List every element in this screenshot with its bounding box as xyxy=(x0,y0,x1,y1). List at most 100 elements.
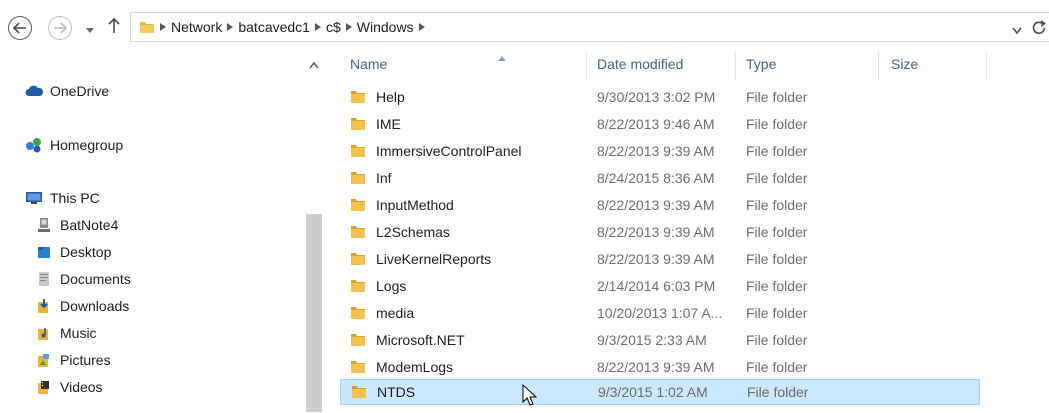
breadcrumb-separator-icon[interactable] xyxy=(310,23,326,31)
nav-item-pictures[interactable]: Pictures xyxy=(34,349,111,371)
folder-icon xyxy=(350,306,366,323)
up-button[interactable] xyxy=(108,17,120,39)
breadcrumb-separator-icon[interactable] xyxy=(414,23,430,31)
file-type: File folder xyxy=(746,89,808,105)
nav-item-label: BatNote4 xyxy=(60,217,119,233)
nav-item-label: Desktop xyxy=(60,244,112,260)
column-divider[interactable] xyxy=(986,50,987,80)
nav-item-desktop[interactable]: Desktop xyxy=(34,241,111,263)
table-row[interactable]: Logs 2/14/2014 6:03 PM File folder xyxy=(340,274,980,300)
breadcrumb-separator-icon[interactable] xyxy=(222,23,238,31)
nav-item-onedrive[interactable]: OneDrive xyxy=(24,80,109,102)
scrollbar-thumb[interactable] xyxy=(306,214,322,412)
desktop-folder-icon xyxy=(34,245,54,259)
column-header-label: Type xyxy=(746,56,777,72)
table-row[interactable]: IME 8/22/2013 9:46 AM File folder xyxy=(340,112,980,138)
file-date-modified: 2/14/2014 6:03 PM xyxy=(597,278,716,294)
column-divider[interactable] xyxy=(878,50,879,80)
table-row[interactable]: LiveKernelReports 8/22/2013 9:39 AM File… xyxy=(340,247,980,273)
folder-icon xyxy=(139,19,155,40)
table-row[interactable]: ModemLogs 8/22/2013 9:39 AM File folder xyxy=(340,355,980,381)
arrow-right-icon xyxy=(54,22,67,34)
column-divider[interactable] xyxy=(735,50,736,80)
folder-icon xyxy=(350,144,366,161)
breadcrumb-server[interactable]: batcavedc1 xyxy=(238,19,310,35)
address-bar[interactable]: Network batcavedc1 c$ Windows xyxy=(130,12,1049,42)
file-date-modified: 9/30/2013 3:02 PM xyxy=(597,89,716,105)
nav-item-label: Videos xyxy=(60,379,103,395)
file-name: Inf xyxy=(376,170,392,186)
column-header-type[interactable]: Type xyxy=(746,44,876,84)
file-date-modified: 8/22/2013 9:39 AM xyxy=(597,359,715,375)
nav-item-label: Music xyxy=(60,325,97,341)
breadcrumb-windows[interactable]: Windows xyxy=(357,19,414,35)
column-header-name[interactable]: Name xyxy=(350,44,590,84)
breadcrumb-separator-icon[interactable] xyxy=(155,23,171,31)
folder-icon xyxy=(350,117,366,134)
nav-item-videos[interactable]: Videos xyxy=(34,376,103,398)
column-header-date-modified[interactable]: Date modified xyxy=(597,44,737,84)
file-type: File folder xyxy=(746,143,808,159)
scrollbar-track[interactable] xyxy=(306,78,322,212)
file-date-modified: 10/20/2013 1:07 A... xyxy=(597,305,723,321)
folder-icon xyxy=(350,198,366,215)
file-name: L2Schemas xyxy=(376,224,450,240)
file-type: File folder xyxy=(746,170,808,186)
scroll-up-icon[interactable] xyxy=(309,56,319,74)
breadcrumb-network[interactable]: Network xyxy=(171,19,222,35)
table-row[interactable]: Inf 8/24/2015 8:36 AM File folder xyxy=(340,166,980,192)
breadcrumb-separator-icon[interactable] xyxy=(341,23,357,31)
forward-button[interactable] xyxy=(48,16,72,40)
navigation-pane-scrollbar[interactable] xyxy=(305,56,323,412)
music-folder-icon xyxy=(34,325,54,341)
nav-item-this-pc[interactable]: This PC xyxy=(24,187,100,209)
table-row[interactable]: Microsoft.NET 9/3/2015 2:33 AM File fold… xyxy=(340,328,980,354)
table-row[interactable]: media 10/20/2013 1:07 A... File folder xyxy=(340,301,980,327)
folder-icon xyxy=(351,385,367,402)
nav-item-label: This PC xyxy=(50,190,100,206)
chevron-down-icon xyxy=(86,28,94,33)
address-history-dropdown[interactable] xyxy=(1012,22,1022,40)
pictures-folder-icon xyxy=(34,352,54,368)
column-divider[interactable] xyxy=(586,50,587,80)
back-button[interactable] xyxy=(8,16,32,40)
nav-item-music[interactable]: Music xyxy=(34,322,97,344)
table-row[interactable]: ImmersiveControlPanel 8/22/2013 9:39 AM … xyxy=(340,139,980,165)
nav-item-label: OneDrive xyxy=(50,83,110,99)
file-type: File folder xyxy=(746,116,808,132)
sort-ascending-icon xyxy=(498,48,506,66)
nav-item-label: Pictures xyxy=(60,352,111,368)
file-name: NTDS xyxy=(377,384,416,400)
file-name: InputMethod xyxy=(376,197,454,213)
recent-locations-button[interactable] xyxy=(86,21,94,39)
table-row[interactable]: Help 9/30/2013 3:02 PM File folder xyxy=(340,85,980,111)
table-row-selected[interactable]: NTDS 9/3/2015 1:02 AM File folder xyxy=(340,379,980,405)
file-type: File folder xyxy=(746,305,808,321)
nav-item-label: Homegroup xyxy=(50,137,124,153)
arrow-up-icon xyxy=(108,17,120,33)
file-name: media xyxy=(376,305,415,321)
file-type: File folder xyxy=(747,384,809,400)
file-name: ImmersiveControlPanel xyxy=(376,143,522,159)
navigation-pane: OneDrive Homegroup This PC BatNote4 Desk… xyxy=(0,56,305,412)
file-name: Microsoft.NET xyxy=(376,332,465,348)
file-list: Name Date modified Type Size Help 9/30/2… xyxy=(330,44,1049,412)
column-header-size[interactable]: Size xyxy=(891,44,981,84)
folder-icon xyxy=(350,171,366,188)
folder-icon xyxy=(350,360,366,377)
file-name: LiveKernelReports xyxy=(376,251,492,267)
file-date-modified: 8/22/2013 9:39 AM xyxy=(597,224,715,240)
breadcrumb-share[interactable]: c$ xyxy=(326,19,341,35)
file-date-modified: 8/22/2013 9:39 AM xyxy=(597,197,715,213)
file-name: Logs xyxy=(376,278,407,294)
nav-item-homegroup[interactable]: Homegroup xyxy=(24,134,123,156)
onedrive-cloud-icon xyxy=(24,85,44,97)
table-row[interactable]: InputMethod 8/22/2013 9:39 AM File folde… xyxy=(340,193,980,219)
nav-item-batnote4[interactable]: BatNote4 xyxy=(34,214,118,236)
nav-item-label: Downloads xyxy=(60,298,130,314)
nav-item-documents[interactable]: Documents xyxy=(34,268,131,290)
refresh-button[interactable] xyxy=(1032,19,1046,40)
nav-item-downloads[interactable]: Downloads xyxy=(34,295,129,317)
file-date-modified: 8/22/2013 9:46 AM xyxy=(597,116,715,132)
table-row[interactable]: L2Schemas 8/22/2013 9:39 AM File folder xyxy=(340,220,980,246)
